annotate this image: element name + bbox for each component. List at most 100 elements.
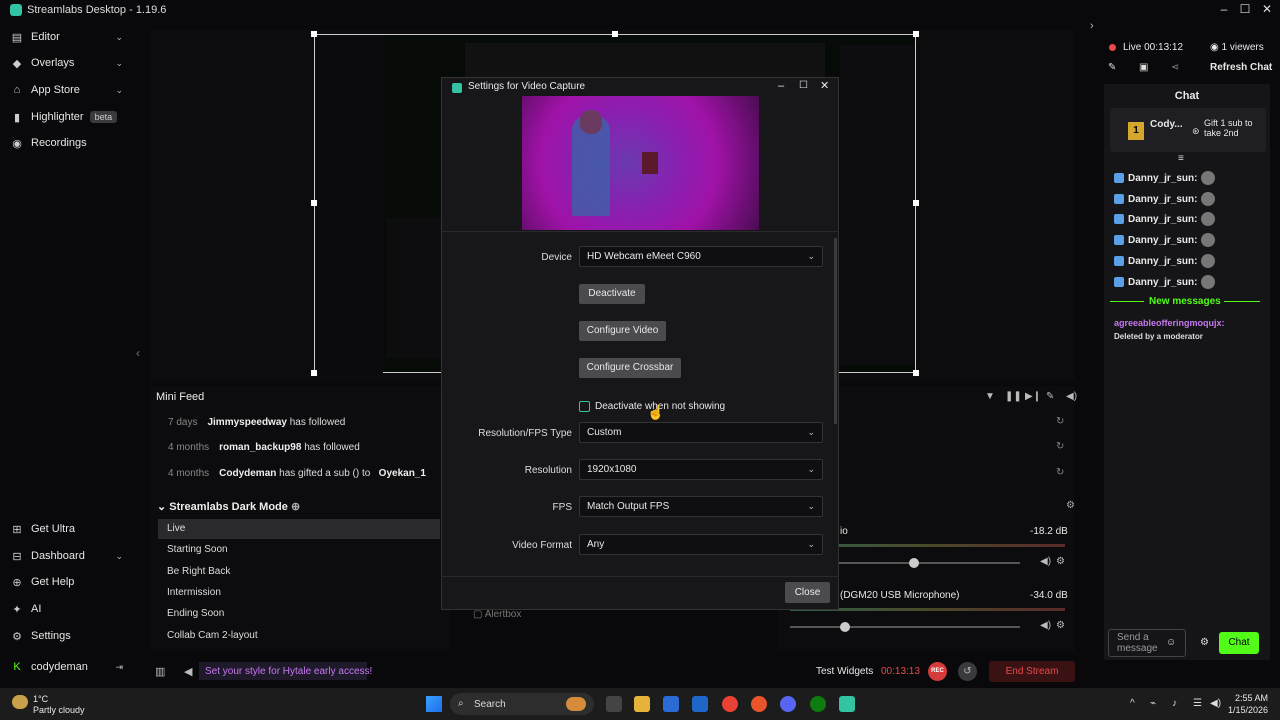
gear-icon[interactable]: ⚙ bbox=[1056, 620, 1065, 631]
sidebar-item-get-ultra[interactable]: ⊞ Get Ultra bbox=[0, 516, 136, 542]
end-stream-button[interactable]: End Stream bbox=[989, 661, 1075, 682]
sidebar-item-ai[interactable]: ✦ AI bbox=[0, 596, 136, 622]
video-icon[interactable]: ▣ bbox=[1139, 62, 1148, 73]
resize-handle[interactable] bbox=[913, 31, 919, 37]
volume-slider-track[interactable] bbox=[790, 626, 1020, 628]
resize-handle[interactable] bbox=[311, 200, 317, 206]
video-format-select[interactable]: Any ⌄ bbox=[579, 534, 823, 555]
gear-icon[interactable]: ⚙ bbox=[1200, 637, 1209, 648]
volume-icon[interactable]: ◀) bbox=[1066, 391, 1077, 402]
feed-item: 4 months Codydeman has gifted a sub () to… bbox=[168, 468, 426, 479]
scene-item[interactable]: Be Right Back bbox=[158, 562, 440, 582]
scene-item[interactable]: Intermission bbox=[158, 583, 440, 603]
speaker-icon[interactable]: ◀) bbox=[1040, 556, 1051, 567]
wifi-icon[interactable]: ☰ bbox=[1193, 698, 1202, 709]
scene-item-live[interactable]: Live bbox=[158, 519, 440, 539]
resize-handle[interactable] bbox=[311, 370, 317, 376]
maximize-icon[interactable]: ☐ bbox=[799, 80, 808, 91]
chat-send-button[interactable]: Chat bbox=[1219, 632, 1259, 654]
chevron-down-icon[interactable]: ⌄ bbox=[115, 551, 123, 562]
chevron-down-icon[interactable]: ⌄ bbox=[115, 85, 123, 96]
sidebar-item-settings[interactable]: ⚙ Settings bbox=[0, 623, 136, 649]
network-icon[interactable]: ⌁ bbox=[1150, 698, 1156, 709]
replay-buffer-icon[interactable]: ↺ bbox=[958, 662, 977, 681]
scene-collection-title[interactable]: ⌄ Streamlabs Dark Mode ⊕ bbox=[157, 500, 300, 513]
sidebar-item-recordings[interactable]: ◉ Recordings bbox=[0, 130, 136, 156]
xbox-icon[interactable] bbox=[810, 696, 826, 712]
sidebar-item-get-help[interactable]: ⊕ Get Help bbox=[0, 569, 136, 595]
windows-start-icon[interactable] bbox=[426, 696, 442, 712]
resize-handle[interactable] bbox=[913, 370, 919, 376]
rec-button[interactable]: REC bbox=[928, 662, 947, 681]
task-view-icon[interactable] bbox=[606, 696, 622, 712]
chevron-down-icon[interactable]: ⌄ bbox=[115, 32, 123, 43]
store-icon[interactable] bbox=[663, 696, 679, 712]
test-widgets-button[interactable]: Test Widgets bbox=[816, 666, 873, 677]
avatar bbox=[1201, 192, 1216, 206]
sidebar-item-highlighter[interactable]: ▮ Highlighter beta bbox=[0, 104, 136, 130]
edit-icon[interactable]: ✎ bbox=[1108, 62, 1116, 73]
filter-icon[interactable]: ≡ bbox=[1178, 153, 1184, 164]
replay-icon[interactable]: ↻ bbox=[1056, 416, 1064, 427]
replay-icon[interactable]: ↻ bbox=[1056, 467, 1064, 478]
device-select[interactable]: HD Webcam eMeet C960 ⌄ bbox=[579, 246, 823, 267]
refresh-chat-button[interactable]: Refresh Chat bbox=[1210, 62, 1272, 73]
filter-icon[interactable]: ▼ bbox=[985, 391, 995, 402]
streamlabs-icon[interactable] bbox=[839, 696, 855, 712]
sidebar-item-label: Overlays bbox=[31, 57, 75, 69]
emoji-icon[interactable]: ☺ bbox=[1166, 637, 1176, 648]
microphone-icon[interactable]: ♪ bbox=[1172, 698, 1177, 709]
resize-handle[interactable] bbox=[612, 31, 618, 37]
obs-icon[interactable] bbox=[751, 696, 767, 712]
configure-crossbar-button[interactable]: Configure Crossbar bbox=[579, 358, 681, 378]
logout-icon[interactable]: ⇥ bbox=[115, 662, 123, 673]
replay-icon[interactable]: ↻ bbox=[1056, 441, 1064, 452]
deactivate-button[interactable]: Deactivate bbox=[579, 284, 645, 304]
gear-icon[interactable]: ⚙ bbox=[1056, 556, 1065, 567]
add-scene-icon[interactable]: ⊕ bbox=[291, 501, 300, 513]
mute-alerts-icon[interactable]: ✎ bbox=[1046, 391, 1054, 402]
source-item-alertbox[interactable]: ▢ Alertbox bbox=[473, 609, 521, 620]
chevron-right-icon[interactable]: › bbox=[1090, 20, 1094, 32]
window-title: Streamlabs Desktop - 1.19.6 bbox=[27, 4, 167, 16]
chevron-left-icon[interactable]: ‹ bbox=[136, 346, 140, 360]
scene-item[interactable]: Starting Soon bbox=[158, 540, 440, 560]
share-icon[interactable]: ⋖ bbox=[1171, 62, 1179, 73]
resolution-select[interactable]: 1920x1080 ⌄ bbox=[579, 459, 823, 480]
configure-video-button[interactable]: Configure Video bbox=[579, 321, 666, 341]
sidebar-user[interactable]: Kcodydeman ⇥ bbox=[0, 654, 136, 680]
clock-time[interactable]: 2:55 AM bbox=[1218, 693, 1268, 703]
stats-icon[interactable]: ▥ bbox=[155, 665, 165, 678]
outlook-icon[interactable] bbox=[692, 696, 708, 712]
minimize-icon[interactable]: – bbox=[1216, 2, 1232, 16]
sidebar-item-dashboard[interactable]: ⊟ Dashboard ⌄ bbox=[0, 543, 136, 569]
deactivate-checkbox[interactable] bbox=[579, 401, 590, 412]
sidebar-item-overlays[interactable]: ◆ Overlays ⌄ bbox=[0, 50, 136, 76]
minimize-icon[interactable]: – bbox=[778, 80, 784, 92]
search-icon: ⌕ bbox=[458, 698, 464, 709]
pause-icon[interactable]: ❚❚ bbox=[1005, 391, 1022, 402]
sidebar-item-app-store[interactable]: ⌂ App Store ⌄ bbox=[0, 77, 136, 103]
promo-text[interactable]: Set your style for Hytale early access! bbox=[205, 666, 372, 677]
scene-item[interactable]: Collab Cam 2-layout bbox=[158, 626, 440, 646]
speaker-icon[interactable]: ◀) bbox=[1040, 620, 1051, 631]
close-button[interactable]: Close bbox=[785, 582, 830, 603]
sidebar-item-editor[interactable]: ▤ Editor ⌄ bbox=[0, 24, 136, 50]
resize-handle[interactable] bbox=[311, 31, 317, 37]
discord-icon[interactable] bbox=[780, 696, 796, 712]
res-type-select[interactable]: Custom ⌄ bbox=[579, 422, 823, 443]
scene-item[interactable]: Ending Soon bbox=[158, 604, 440, 624]
chevron-up-icon[interactable]: ^ bbox=[1130, 698, 1135, 709]
gear-icon[interactable]: ⚙ bbox=[1066, 500, 1075, 511]
maximize-icon[interactable]: ☐ bbox=[1237, 2, 1253, 16]
resize-handle[interactable] bbox=[913, 200, 919, 206]
chevron-down-icon[interactable]: ⌄ bbox=[115, 58, 123, 69]
fps-select[interactable]: Match Output FPS ⌄ bbox=[579, 496, 823, 517]
chrome-icon[interactable] bbox=[722, 696, 738, 712]
clock-date[interactable]: 1/15/2026 bbox=[1218, 705, 1268, 715]
close-icon[interactable]: ✕ bbox=[1259, 2, 1275, 16]
scrollbar[interactable] bbox=[834, 238, 837, 424]
skip-icon[interactable]: ▶❙ bbox=[1025, 391, 1041, 402]
file-explorer-icon[interactable] bbox=[634, 696, 650, 712]
close-icon[interactable]: ✕ bbox=[820, 79, 829, 92]
